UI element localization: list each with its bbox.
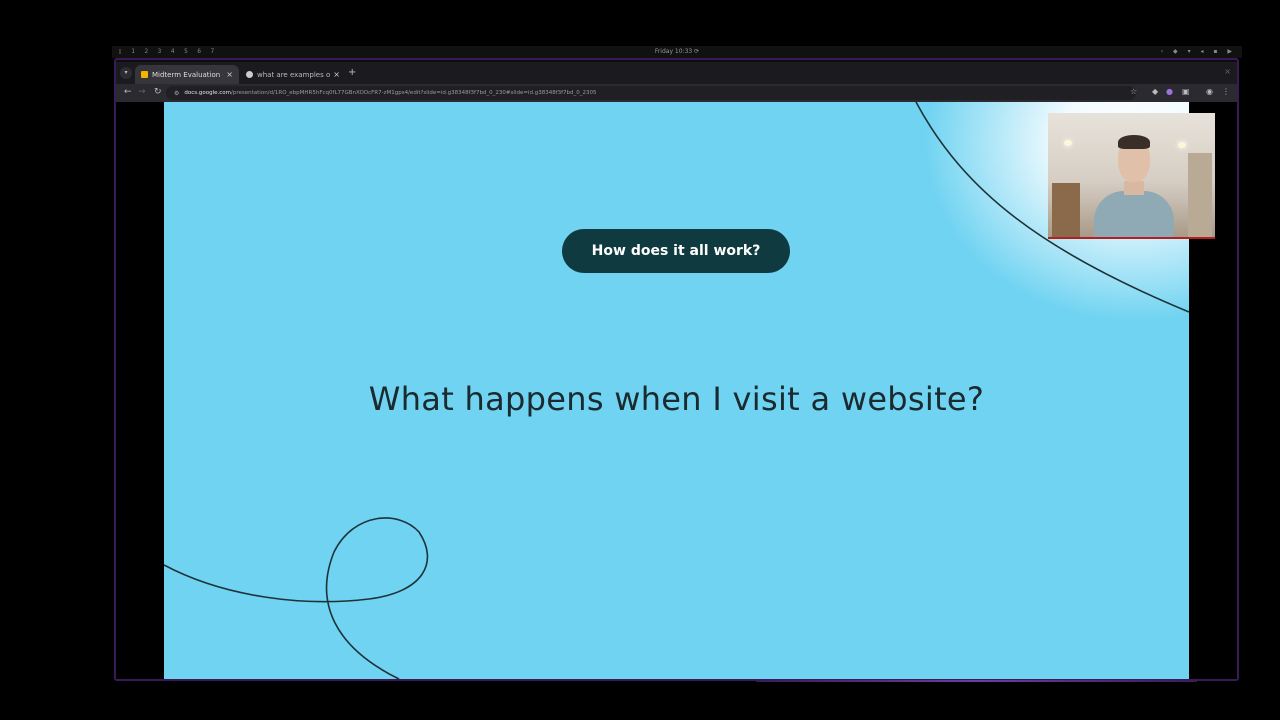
tab-title: Midterm Evaluation - G bbox=[152, 70, 223, 79]
new-tab-button[interactable]: + bbox=[348, 67, 356, 78]
background-shelf bbox=[1052, 183, 1080, 237]
back-arrow-icon[interactable]: ← bbox=[124, 87, 132, 97]
webcam-overlay bbox=[1048, 113, 1215, 239]
tab-search-icon[interactable]: ▾ bbox=[120, 67, 132, 79]
slides-icon bbox=[141, 71, 148, 78]
tab-title: what are examples of ... bbox=[257, 70, 331, 79]
system-top-bar: ▯ 1 2 3 4 5 6 7 Friday 10:33 ⟳ ‹ ◆ ▾ ◂ ▪… bbox=[112, 46, 1242, 58]
system-clock: Friday 10:33 ⟳ bbox=[654, 48, 700, 55]
slide-headline: What happens when I visit a website? bbox=[368, 380, 985, 418]
tab-midterm-evaluation[interactable]: Midterm Evaluation - G × bbox=[135, 65, 239, 84]
ceiling-light bbox=[1064, 140, 1072, 146]
presenter-body bbox=[1094, 191, 1174, 237]
profile-icon[interactable]: ◉ bbox=[1206, 87, 1213, 96]
address-bar[interactable]: ⚙ docs.google.com/presentation/d/1RO_ebp… bbox=[166, 86, 1136, 100]
extension-icon[interactable]: ● bbox=[1166, 87, 1173, 96]
menu-kebab-icon[interactable]: ⋮ bbox=[1222, 87, 1230, 96]
slide-canvas: How does it all work? What happens when … bbox=[164, 102, 1189, 679]
section-pill: How does it all work? bbox=[562, 229, 790, 273]
tab-strip: ▾ Midterm Evaluation - G × what are exam… bbox=[116, 62, 1237, 84]
globe-icon bbox=[246, 71, 253, 78]
presenter-hair bbox=[1118, 135, 1150, 149]
url-text[interactable]: docs.google.com/presentation/d/1RO_ebpMH… bbox=[184, 90, 596, 96]
url-domain: docs.google.com bbox=[184, 90, 232, 96]
close-tab-icon[interactable]: × bbox=[226, 70, 233, 79]
forward-arrow-icon[interactable]: → bbox=[138, 87, 146, 97]
site-info-icon[interactable]: ⚙ bbox=[174, 90, 179, 97]
tab-search-results[interactable]: what are examples of ... × bbox=[240, 65, 346, 84]
ceiling-light bbox=[1178, 142, 1186, 148]
reload-icon[interactable]: ↻ bbox=[154, 87, 162, 97]
background-door bbox=[1188, 153, 1212, 237]
bookmark-star-icon[interactable]: ☆ bbox=[1130, 87, 1137, 96]
presenter-neck bbox=[1124, 181, 1144, 195]
url-path: /presentation/d/1RO_ebpMHR5hFcq0fL77GBnX… bbox=[231, 90, 597, 96]
system-tray-icons[interactable]: ‹ ◆ ▾ ◂ ▪ ▶ bbox=[1161, 48, 1236, 55]
window-close-icon[interactable]: × bbox=[1224, 67, 1231, 76]
browser-toolbar: ← → ↻ ⚙ docs.google.com/presentation/d/1… bbox=[116, 84, 1237, 102]
extensions-puzzle-icon[interactable]: ▣ bbox=[1182, 87, 1190, 96]
close-tab-icon[interactable]: × bbox=[333, 70, 340, 79]
extension-icon[interactable]: ◆ bbox=[1152, 87, 1158, 96]
